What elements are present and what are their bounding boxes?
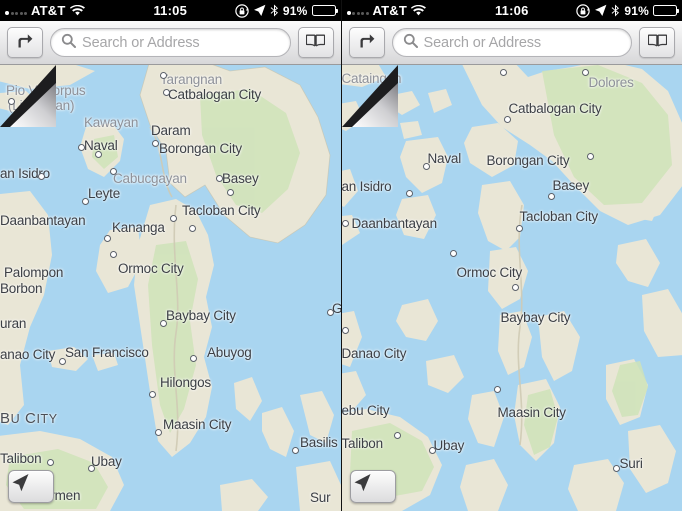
dual-map-screenshot: AT&T 11:05 91% Search or Address Pio V. … xyxy=(0,0,682,511)
bookmarks-book-icon xyxy=(647,33,667,53)
status-bar-right: AT&T 11:06 91% xyxy=(341,0,682,21)
map-landmass-right xyxy=(341,65,682,511)
map-toolbar-right: Search or Address xyxy=(341,21,682,65)
directions-arrow-icon xyxy=(358,32,376,54)
map-toolbar-left: Search or Address xyxy=(0,21,341,65)
bookmarks-button-right[interactable] xyxy=(639,27,675,58)
directions-button-left[interactable] xyxy=(7,27,43,58)
locate-me-button-right[interactable] xyxy=(349,470,396,503)
map-canvas-left[interactable]: Pio V. Corpus (Limbuhan) Tarangnan Catbalog… xyxy=(0,65,341,511)
clock-right: 11:06 xyxy=(494,3,529,18)
search-placeholder-right: Search or Address xyxy=(423,34,542,51)
search-input-left[interactable]: Search or Address xyxy=(50,28,291,57)
map-panel-left: AT&T 11:05 91% Search or Address Pio V. … xyxy=(0,0,341,511)
status-bar-left: AT&T 11:05 91% xyxy=(0,0,341,21)
bookmarks-button-left[interactable] xyxy=(297,27,334,58)
map-panel-right: AT&T 11:06 91% Search or Address Cataing… xyxy=(340,0,682,511)
map-landmass-left xyxy=(0,65,341,511)
search-placeholder-left: Search or Address xyxy=(82,34,200,51)
directions-button-right[interactable] xyxy=(348,27,385,58)
search-magnifier-icon xyxy=(403,33,418,53)
search-input-right[interactable]: Search or Address xyxy=(391,28,632,57)
clock-left: 11:05 xyxy=(153,3,188,18)
battery-icon xyxy=(653,5,679,16)
directions-arrow-icon xyxy=(16,32,34,54)
bookmarks-book-icon xyxy=(305,33,326,53)
battery-icon xyxy=(311,5,338,16)
map-canvas-right[interactable]: Cataingan Dolores Catbalogan City Naval Boro… xyxy=(341,65,682,511)
locate-me-button-left[interactable] xyxy=(8,470,54,503)
search-magnifier-icon xyxy=(61,33,76,53)
